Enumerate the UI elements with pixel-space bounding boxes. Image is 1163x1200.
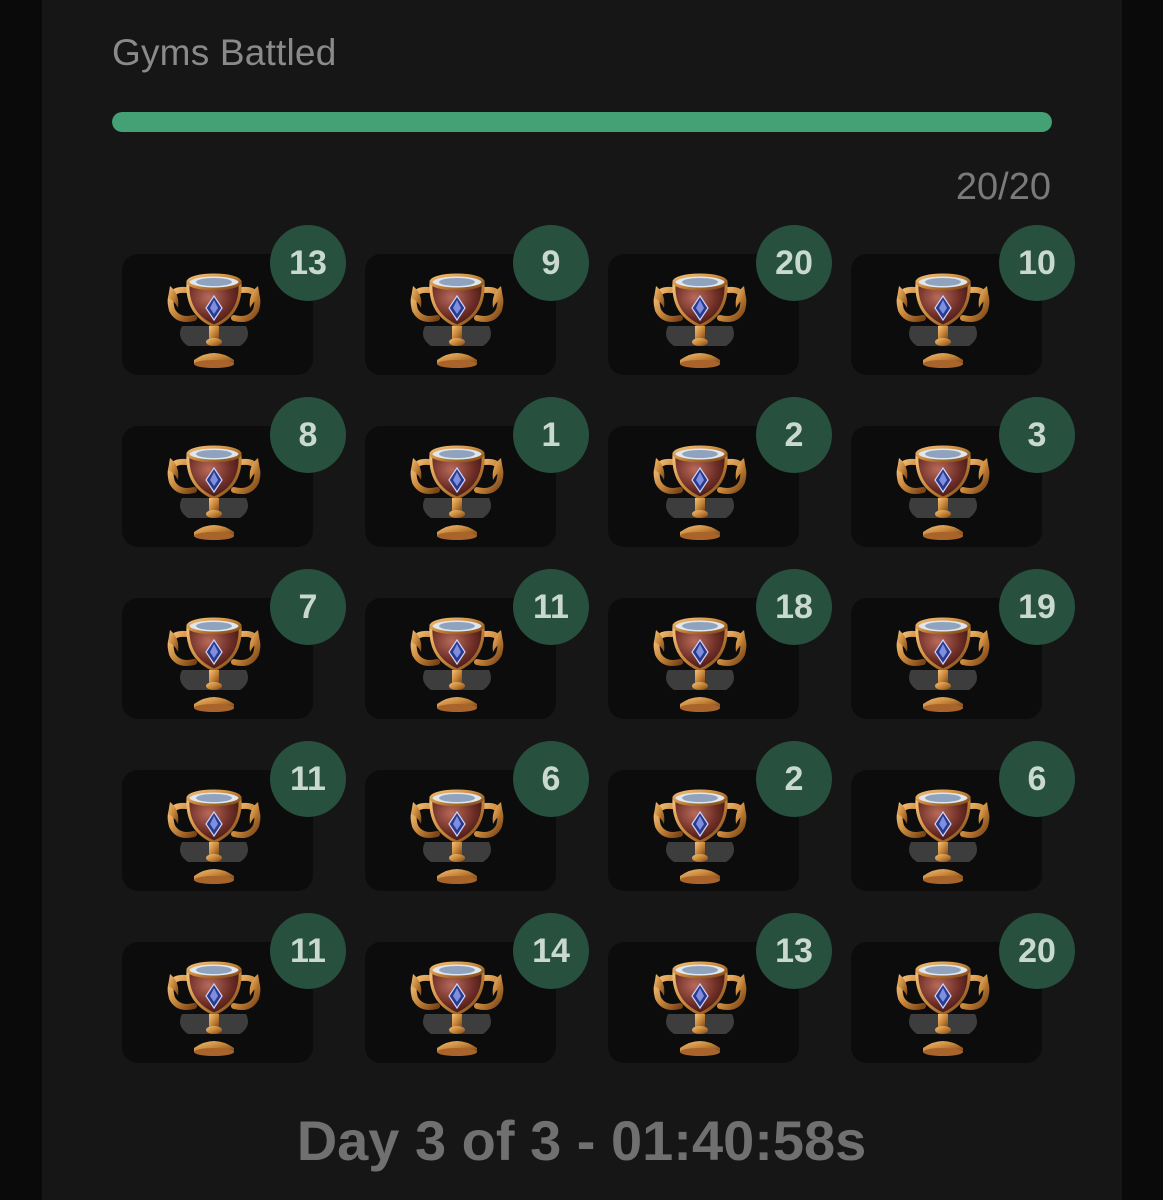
gym-card[interactable]: 9 (365, 225, 589, 375)
gym-card[interactable]: 19 (851, 569, 1075, 719)
section-title: Gyms Battled (112, 32, 337, 73)
trophy-icon (407, 776, 507, 886)
battle-count-badge: 11 (513, 569, 589, 645)
day-timer: Day 3 of 3 - 01:40:58s (296, 1109, 867, 1172)
battle-count-badge: 6 (513, 741, 589, 817)
gym-card[interactable]: 10 (851, 225, 1075, 375)
battle-count-badge: 11 (270, 913, 346, 989)
trophy-icon (164, 776, 264, 886)
gym-card[interactable]: 2 (608, 397, 832, 547)
trophy-icon (407, 604, 507, 714)
battle-count-badge: 20 (999, 913, 1075, 989)
trophy-icon (164, 260, 264, 370)
trophy-icon (650, 948, 750, 1058)
battle-count-badge: 7 (270, 569, 346, 645)
gym-grid: 13 9 20 10 8 1 2 3 7 11 18 19 11 6 2 6 1… (122, 225, 1075, 1066)
gym-card[interactable]: 14 (365, 913, 589, 1063)
trophy-icon (407, 260, 507, 370)
gym-card[interactable]: 7 (122, 569, 346, 719)
battle-count-badge: 10 (999, 225, 1075, 301)
gym-card[interactable]: 11 (365, 569, 589, 719)
gym-card[interactable]: 3 (851, 397, 1075, 547)
trophy-icon (650, 776, 750, 886)
gym-card[interactable]: 8 (122, 397, 346, 547)
trophy-icon (164, 604, 264, 714)
battle-count-badge: 6 (999, 741, 1075, 817)
battle-count-badge: 13 (756, 913, 832, 989)
trophy-icon (407, 432, 507, 542)
battle-count-badge: 14 (513, 913, 589, 989)
trophy-icon (650, 604, 750, 714)
battle-count-badge: 2 (756, 397, 832, 473)
progress-fill (112, 112, 1052, 132)
battle-count-badge: 11 (270, 741, 346, 817)
battle-count-badge: 3 (999, 397, 1075, 473)
battle-count-badge: 8 (270, 397, 346, 473)
battle-count-badge: 18 (756, 569, 832, 645)
trophy-icon (893, 948, 993, 1058)
battle-count-badge: 20 (756, 225, 832, 301)
battle-count-badge: 13 (270, 225, 346, 301)
gyms-progress-bar (112, 112, 1052, 132)
gym-card[interactable]: 1 (365, 397, 589, 547)
battle-count-badge: 2 (756, 741, 832, 817)
gym-card[interactable]: 20 (851, 913, 1075, 1063)
gym-card[interactable]: 13 (122, 225, 346, 375)
gym-card[interactable]: 20 (608, 225, 832, 375)
trophy-icon (164, 948, 264, 1058)
trophy-icon (893, 604, 993, 714)
trophy-icon (893, 432, 993, 542)
gym-card[interactable]: 13 (608, 913, 832, 1063)
battle-count-badge: 1 (513, 397, 589, 473)
gym-card[interactable]: 11 (122, 741, 346, 891)
gym-card[interactable]: 2 (608, 741, 832, 891)
gym-card[interactable]: 6 (365, 741, 589, 891)
gym-card[interactable]: 11 (122, 913, 346, 1063)
gym-card[interactable]: 18 (608, 569, 832, 719)
battle-count-badge: 19 (999, 569, 1075, 645)
battle-count-badge: 9 (513, 225, 589, 301)
trophy-icon (164, 432, 264, 542)
progress-count: 20/20 (955, 166, 1051, 208)
trophy-icon (407, 948, 507, 1058)
trophy-icon (893, 260, 993, 370)
trophy-icon (650, 432, 750, 542)
trophy-icon (893, 776, 993, 886)
gym-card[interactable]: 6 (851, 741, 1075, 891)
trophy-icon (650, 260, 750, 370)
